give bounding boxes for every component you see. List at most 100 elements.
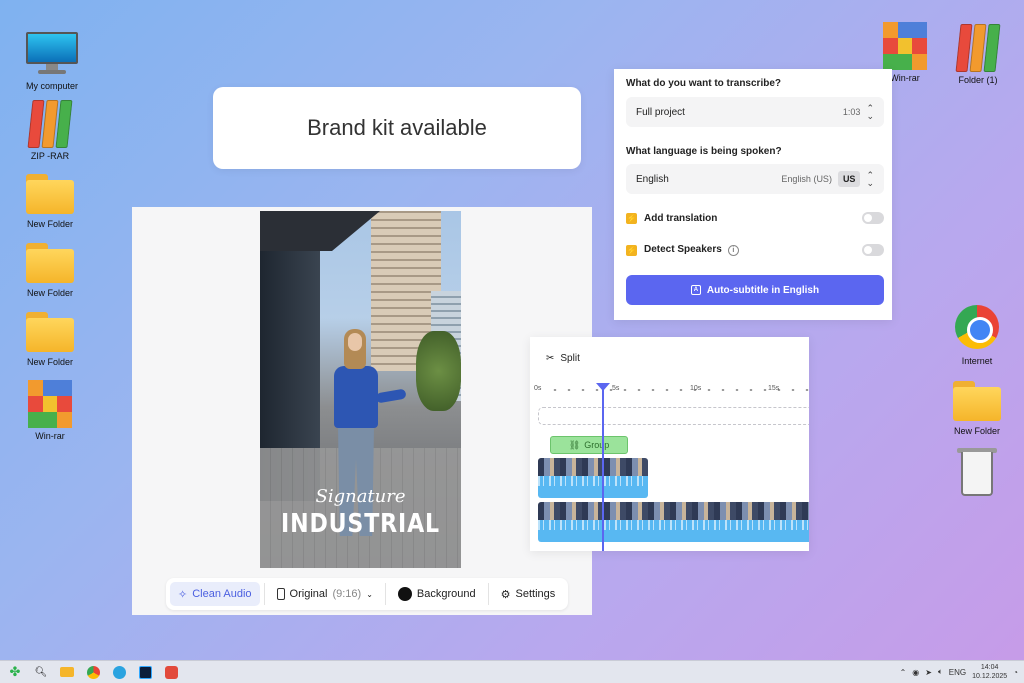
desktop-icon-label: New Folder: [953, 426, 1000, 436]
volume-icon[interactable]: 🔈︎: [938, 667, 943, 677]
tick-label: 15s: [768, 385, 780, 392]
background-color-swatch-icon: [397, 587, 412, 601]
clean-audio-label: Clean Audio: [192, 588, 252, 600]
clean-audio-button[interactable]: ✧ Clean Audio: [170, 582, 260, 606]
aspect-label: Original: [289, 588, 328, 600]
brand-kit-banner: Brand kit available: [213, 87, 581, 169]
lightning-icon: ⚡: [626, 212, 637, 224]
audio-waveform: [538, 476, 648, 498]
language-value: English: [636, 173, 669, 185]
desktop-icon-new-folder-2[interactable]: New Folder: [15, 237, 85, 298]
video-clip[interactable]: [538, 458, 648, 498]
overlay-title-text: INDUSTRIAL: [281, 509, 440, 539]
winrar-icon: [879, 22, 931, 70]
clip-thumbnails: [538, 458, 648, 476]
aspect-ratio-dropdown[interactable]: Original (9:16) ⌄: [269, 582, 381, 606]
language-variant: English (US): [781, 174, 832, 184]
settings-label: Settings: [515, 588, 556, 600]
chrome-icon[interactable]: [82, 663, 104, 681]
desktop-icon-new-folder-right[interactable]: New Folder: [942, 375, 1012, 436]
desktop-icon-internet[interactable]: Internet: [942, 305, 1012, 366]
clock-time: 14:04: [980, 664, 999, 671]
chrome-icon: [951, 305, 1003, 353]
auto-subtitle-button[interactable]: A Auto-subtitle in English: [626, 275, 884, 305]
desktop-icon-win-rar[interactable]: Win-rar: [15, 380, 85, 441]
group-clip[interactable]: ⛓ Group: [550, 436, 628, 454]
winrar-icon: [24, 380, 76, 428]
detect-speakers-option: ⚡ Detect Speakers i: [626, 244, 884, 256]
split-label: Split: [560, 353, 580, 364]
desktop-icon-label: New Folder: [26, 288, 73, 298]
auto-subtitle-label: Auto-subtitle in English: [706, 284, 820, 296]
photoshop-icon[interactable]: [134, 663, 156, 681]
add-translation-label: Add translation: [644, 212, 718, 224]
taskbar: ✤ 🔍︎ ⌃ ◉ ➤ 🔈︎ ENG 14:04 10.12.2025 ◔: [0, 660, 1024, 683]
desktop-icon-folder-1[interactable]: Folder (1): [943, 24, 1013, 85]
send-icon[interactable]: ➤: [925, 668, 932, 677]
clip-thumbnails: [538, 502, 809, 520]
desktop-icon-label: My computer: [25, 81, 78, 91]
split-button[interactable]: ✂ Split: [546, 353, 580, 364]
desktop-icon-new-folder-1[interactable]: New Folder: [15, 168, 85, 229]
detect-speakers-label: Detect Speakers i: [644, 244, 855, 256]
video-clip[interactable]: [538, 502, 809, 542]
background-button[interactable]: Background: [390, 582, 484, 606]
group-label: Group: [584, 440, 610, 450]
language-code-badge: US: [837, 171, 861, 187]
subtitle-icon: A: [690, 285, 701, 295]
folder-icon: [24, 306, 76, 354]
aspect-ratio-value: (9:16): [332, 588, 362, 600]
desktop-icon-new-folder-3[interactable]: New Folder: [15, 306, 85, 367]
desktop-icon-label: Folder (1): [958, 75, 998, 85]
system-tray: ⌃ ◉ ➤ 🔈︎ ENG 14:04 10.12.2025 ◔: [900, 663, 1024, 681]
folder-icon: [24, 168, 76, 216]
telegram-icon[interactable]: [108, 663, 130, 681]
detect-speakers-toggle[interactable]: [862, 244, 884, 256]
link-icon: ⛓: [568, 439, 581, 450]
playhead[interactable]: [596, 383, 610, 551]
language-select[interactable]: English English (US) US ⌃ ⌄: [626, 164, 884, 194]
archive-icon: [952, 24, 1004, 72]
preview-toolbar: ✧ Clean Audio Original (9:16) ⌄ Backgrou…: [166, 578, 568, 610]
notification-icon[interactable]: ◔: [1013, 668, 1018, 677]
timeline-ruler[interactable]: 0s 5s 10s 15s: [534, 385, 809, 397]
chevron-up-icon[interactable]: ⌃: [900, 668, 907, 677]
input-language[interactable]: ENG: [949, 668, 966, 677]
overhang-shape: [260, 211, 380, 251]
app-icon[interactable]: [160, 663, 182, 681]
gear-icon: ⚙: [500, 588, 511, 601]
network-icon[interactable]: ◉: [912, 668, 919, 677]
desktop-icon-label: Internet: [961, 356, 993, 366]
divider: [263, 583, 265, 605]
clock[interactable]: 14:04 10.12.2025: [972, 663, 1007, 681]
desktop-icon-label: New Folder: [26, 219, 73, 229]
computer-icon: [26, 30, 78, 78]
info-icon[interactable]: i: [727, 245, 739, 256]
divider: [487, 583, 489, 605]
divider: [384, 583, 386, 605]
scope-duration: 1:03: [842, 107, 861, 117]
settings-button[interactable]: ⚙ Settings: [493, 582, 564, 606]
transcribe-scope-select[interactable]: Full project 1:03 ⌃ ⌄: [626, 97, 884, 127]
tick-label: 0s: [534, 385, 542, 392]
desktop-icon-my-computer[interactable]: My computer: [17, 30, 87, 91]
search-icon[interactable]: 🔍︎: [30, 663, 52, 681]
file-explorer-icon[interactable]: [56, 663, 78, 681]
add-translation-toggle[interactable]: [862, 212, 884, 224]
desktop-icon-zip-rar[interactable]: ZIP -RAR: [15, 100, 85, 161]
desktop-icon-label: Win-rar: [35, 431, 65, 441]
clock-date: 10.12.2025: [972, 673, 1008, 680]
video-preview[interactable]: Signature INDUSTRIAL: [260, 211, 461, 568]
person-shape: [375, 388, 407, 404]
background-label: Background: [416, 588, 476, 600]
sparkle-icon: ✧: [178, 588, 188, 601]
start-button-icon[interactable]: ✤: [4, 663, 26, 681]
empty-track-dropzone[interactable]: [538, 407, 809, 425]
person-shape: [348, 333, 362, 351]
add-translation-option: ⚡ Add translation: [626, 212, 884, 224]
desktop-icon-recycle-bin[interactable]: [942, 448, 1012, 496]
scope-value: Full project: [636, 106, 685, 118]
person-shape: [334, 366, 378, 428]
archive-icon: [24, 100, 76, 148]
chevron-updown-icon: ⌃ ⌄: [866, 170, 874, 188]
